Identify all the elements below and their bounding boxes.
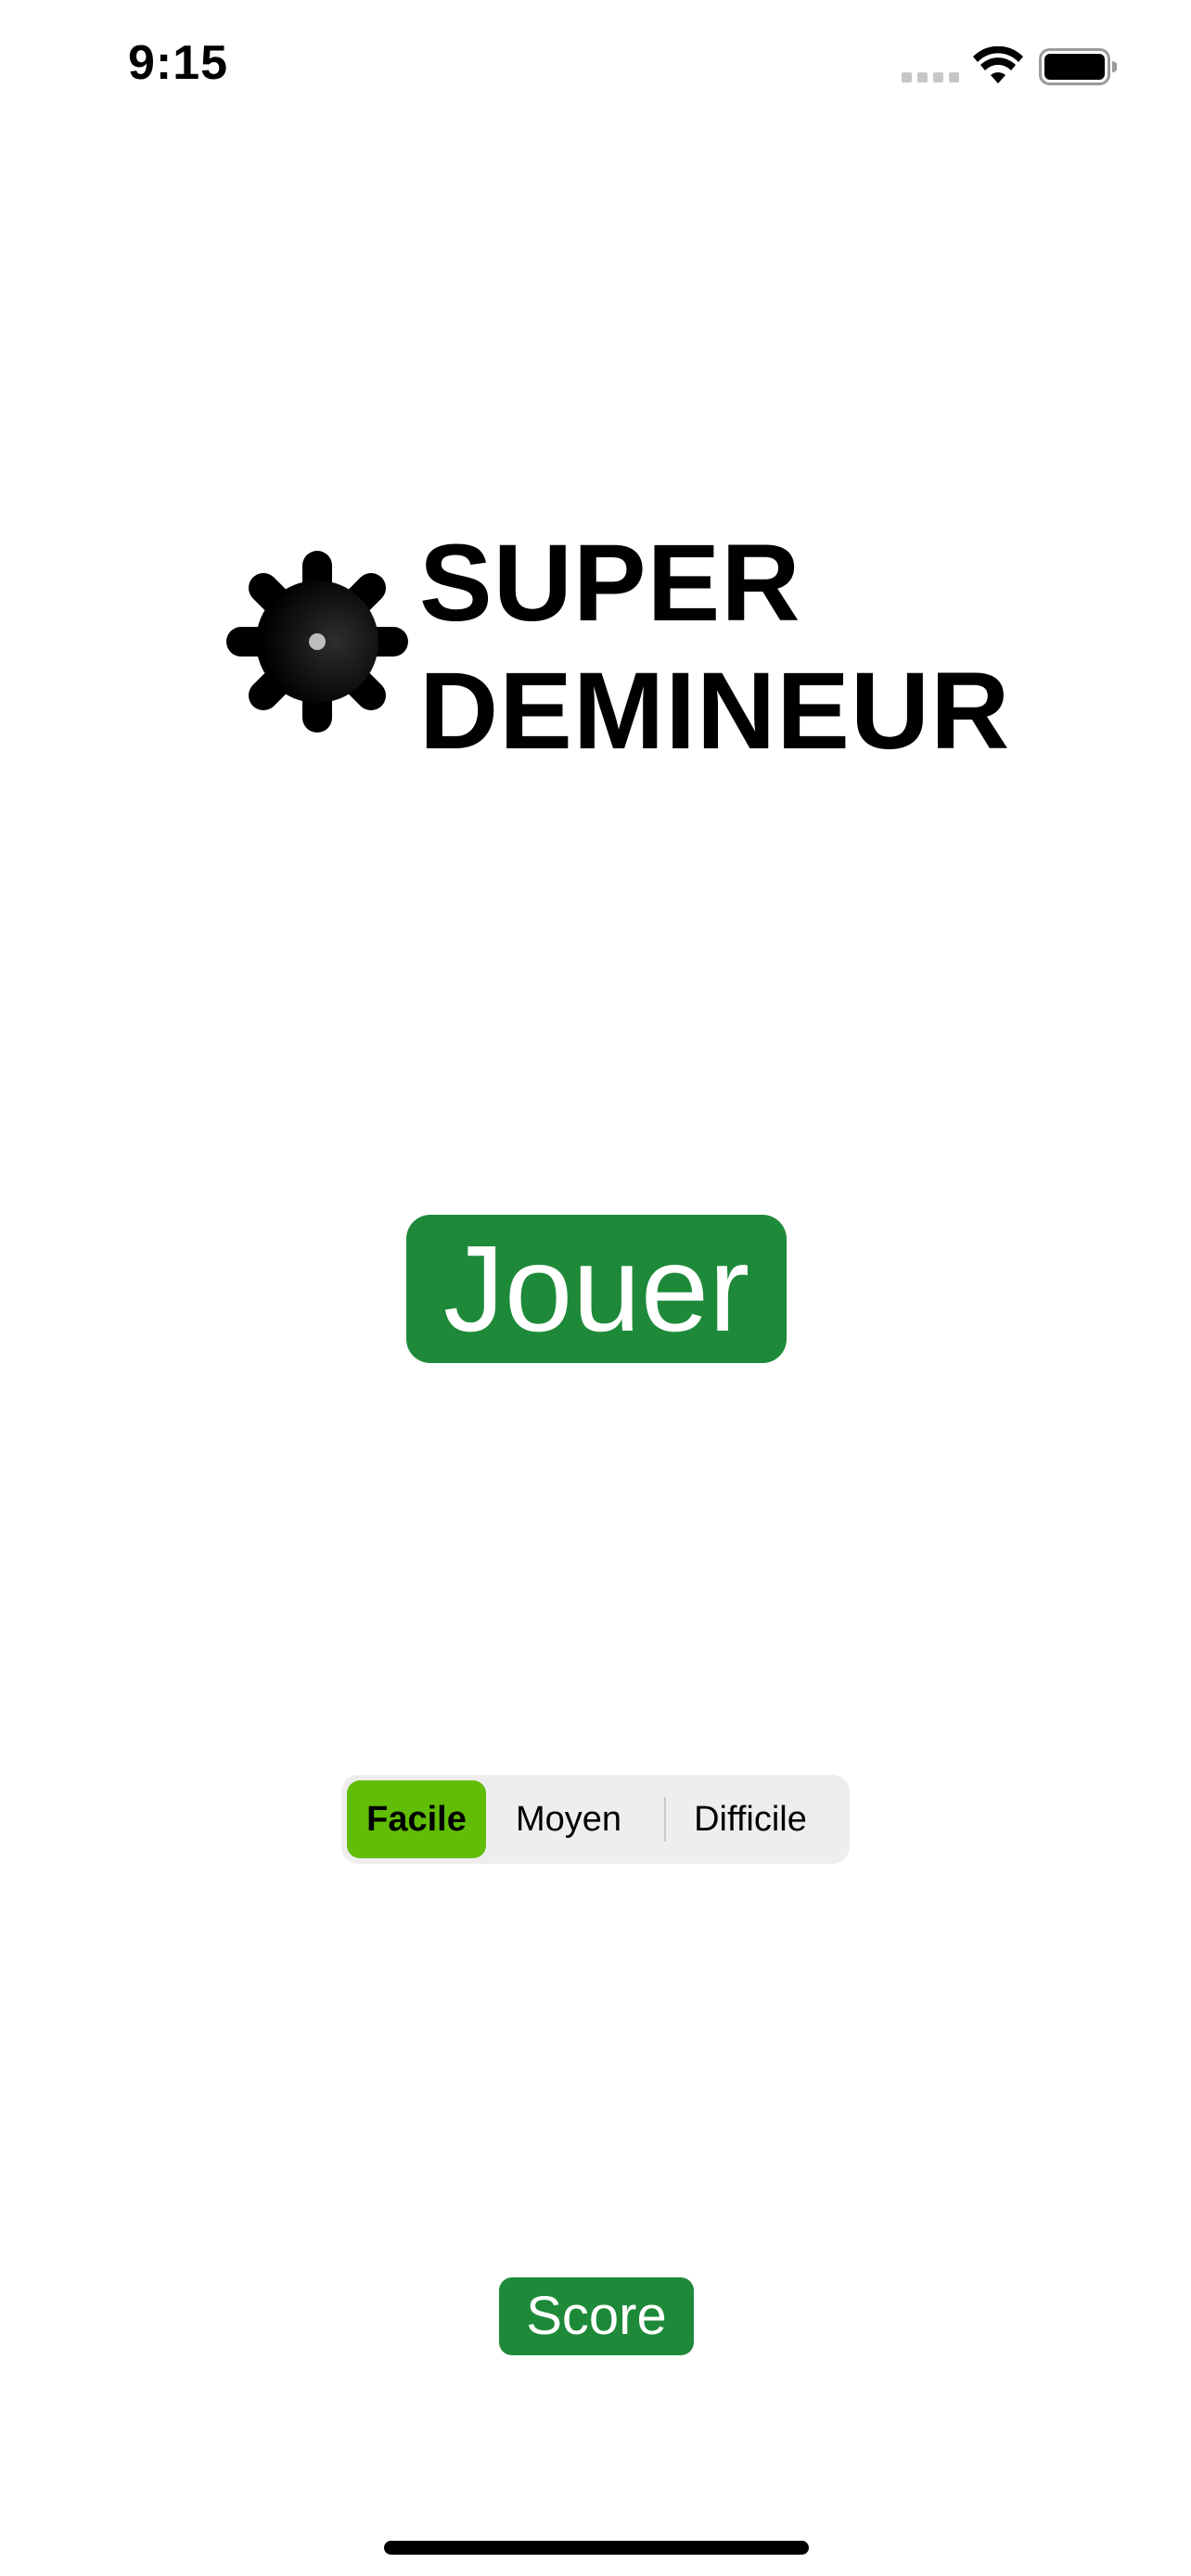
mine-icon <box>226 551 408 733</box>
play-button[interactable]: Jouer <box>406 1215 787 1363</box>
app-title-line2: DEMINEUR <box>419 650 1011 772</box>
home-indicator[interactable] <box>384 2541 809 2555</box>
battery-icon <box>1039 48 1117 85</box>
difficulty-option-moyen[interactable]: Moyen <box>492 1780 646 1858</box>
wifi-icon <box>973 46 1023 83</box>
app-title-line1: SUPER <box>419 522 801 644</box>
difficulty-selector: Facile Moyen Difficile <box>341 1775 850 1864</box>
home-screen: 9:15 SUPER DEMINEUR Jouer Facile Moyen D… <box>0 0 1191 2576</box>
status-bar: 9:15 <box>0 0 1191 139</box>
app-title: SUPER DEMINEUR <box>419 519 1010 775</box>
score-button[interactable]: Score <box>499 2277 694 2355</box>
cellular-signal-icon <box>902 72 959 83</box>
status-time: 9:15 <box>128 36 229 90</box>
difficulty-option-facile[interactable]: Facile <box>347 1780 486 1858</box>
app-logo: SUPER DEMINEUR <box>226 519 1009 772</box>
difficulty-option-difficile[interactable]: Difficile <box>657 1780 844 1858</box>
